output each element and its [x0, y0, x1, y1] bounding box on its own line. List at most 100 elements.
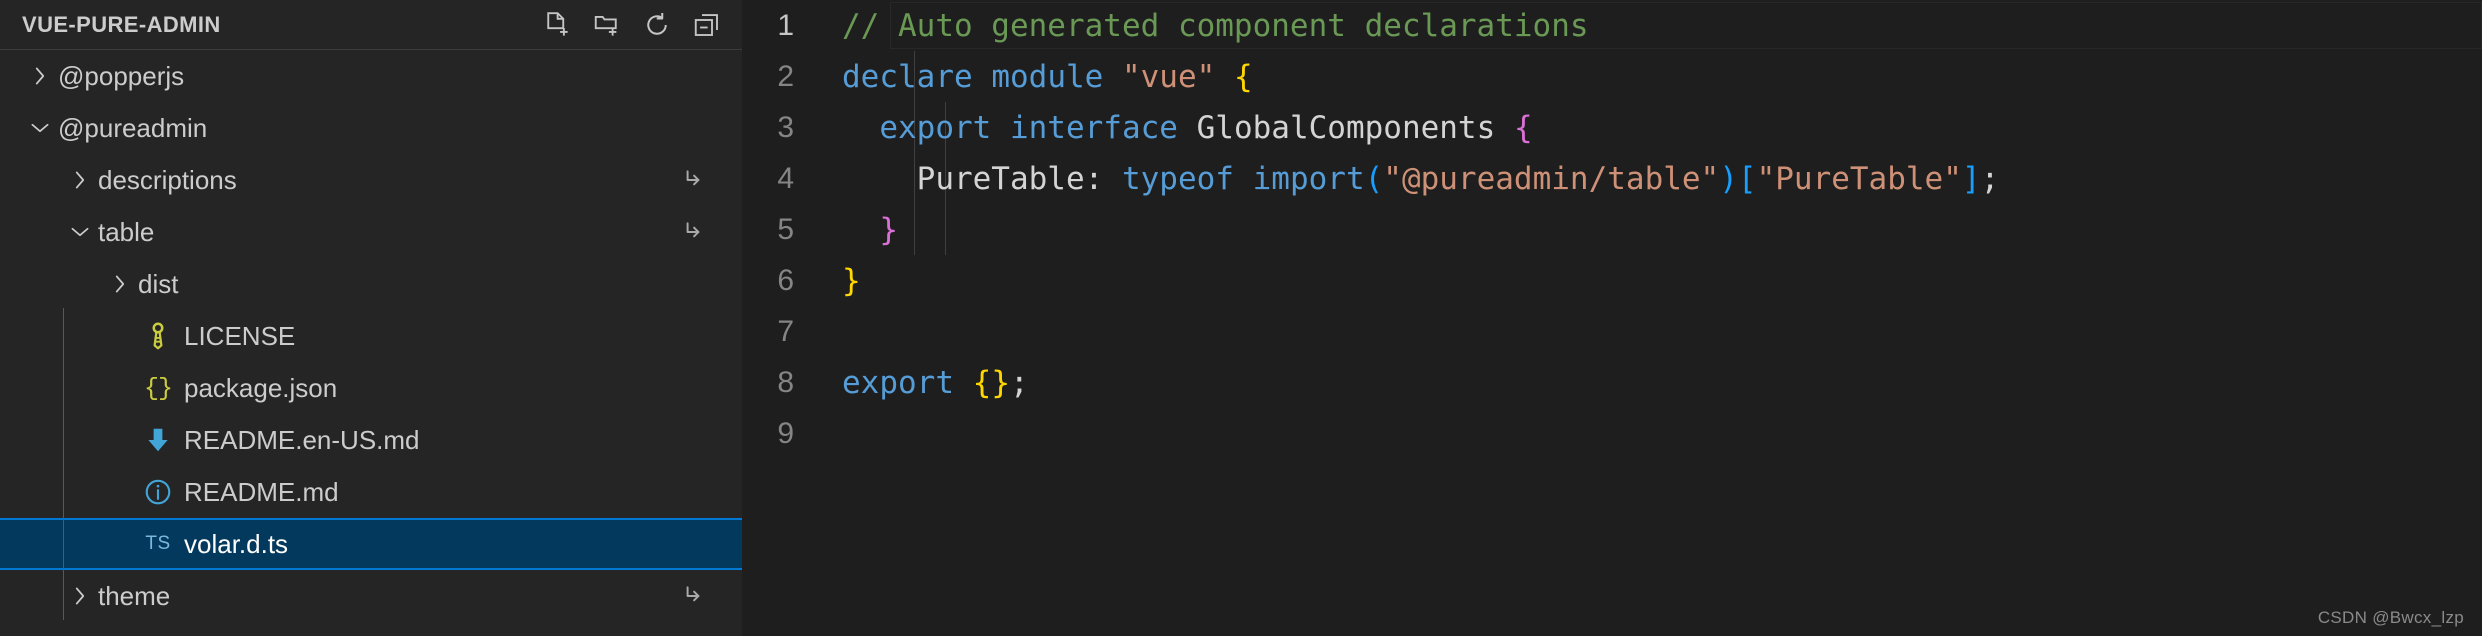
tree-item-label: dist	[138, 269, 179, 299]
tree-folder-dist[interactable]: dist	[0, 258, 742, 310]
code-token: "vue"	[1121, 58, 1216, 95]
line-number: 7	[777, 314, 794, 348]
code-line-text: // Auto generated component declarations	[842, 8, 1589, 44]
file-tree: @popperjs @pureadmin descriptions table dist…	[0, 50, 742, 622]
line-number: 6	[777, 263, 794, 297]
code-token: {	[1233, 58, 1253, 95]
vscode-workbench: VUE-PURE-ADMIN @popperjs @pureadmin desc…	[0, 0, 2482, 636]
chevron-right-icon[interactable]	[22, 63, 58, 89]
explorer-header: VUE-PURE-ADMIN	[0, 0, 742, 50]
chevron-down-icon[interactable]	[62, 219, 98, 245]
code-token: }	[879, 211, 898, 248]
line-number: 3	[777, 110, 794, 144]
markdown-down-arrow-icon	[138, 425, 178, 455]
typescript-icon: TS	[145, 533, 171, 554]
info-circle-icon	[138, 477, 178, 507]
watermark: CSDN @Bwcx_lzp	[2317, 608, 2464, 627]
code-token: {	[972, 364, 992, 401]
tree-file-readmemd[interactable]: README.md	[0, 466, 742, 518]
indent-guide	[63, 308, 64, 620]
code-content[interactable]: 1 // Auto generated component declaration…	[742, 0, 2482, 459]
chevron-right-icon[interactable]	[102, 271, 138, 297]
tree-item-label: @popperjs	[58, 61, 185, 91]
code-line[interactable]: 9	[742, 408, 2482, 459]
code-line[interactable]: 7	[742, 306, 2482, 357]
code-line-text: declare module "vue" {	[842, 59, 1253, 95]
code-line-text: PureTable: typeof import("@pureadmin/tab…	[842, 160, 2000, 197]
code-token: interface	[1009, 109, 1178, 146]
line-number: 9	[777, 416, 794, 450]
code-line[interactable]: 4 PureTable: typeof import("@pureadmin/t…	[742, 153, 2482, 204]
key-icon	[138, 321, 178, 351]
code-token: ;	[1010, 364, 1029, 401]
code-line[interactable]: 5 }	[742, 204, 2482, 255]
code-token: import	[1252, 160, 1365, 197]
code-token: )	[1719, 160, 1738, 197]
line-number: 2	[777, 59, 794, 93]
code-token: }	[991, 364, 1010, 401]
line-number: 1	[777, 8, 794, 42]
tree-folder-table[interactable]: table	[0, 206, 742, 258]
code-line[interactable]: 8 export {};	[742, 357, 2482, 408]
tree-item-label: README.en-US.md	[184, 425, 420, 455]
tree-folder-descriptions[interactable]: descriptions	[0, 154, 742, 206]
tree-file-license[interactable]: LICENSE	[0, 310, 742, 362]
code-line[interactable]: 3 export interface GlobalComponents {	[742, 102, 2482, 153]
tree-item-label: LICENSE	[184, 321, 296, 351]
explorer-toolbar	[540, 8, 730, 42]
code-token: (	[1364, 160, 1384, 197]
chevron-down-icon[interactable]	[22, 115, 58, 141]
code-line-text: export {};	[842, 365, 1029, 401]
code-token: module	[991, 58, 1104, 95]
tree-item-label: descriptions	[98, 165, 237, 195]
code-token: "@pureadmin/table"	[1383, 160, 1720, 197]
tree-folder-popperjs[interactable]: @popperjs	[0, 50, 742, 102]
code-token: typeof	[1121, 160, 1234, 197]
code-token: PureTable	[916, 160, 1085, 197]
json-braces-icon: {}	[143, 373, 173, 403]
code-token: [	[1737, 160, 1757, 197]
code-line[interactable]: 6}	[742, 255, 2482, 306]
new-file-icon[interactable]	[540, 8, 574, 42]
tree-item-label: volar.d.ts	[184, 529, 289, 559]
code-line-text: }	[842, 212, 898, 248]
collapse-all-icon[interactable]	[690, 8, 724, 42]
code-line-text: }	[842, 263, 861, 299]
code-editor[interactable]: 1 // Auto generated component declaration…	[742, 0, 2482, 636]
symlink-arrow-icon	[680, 167, 706, 193]
code-line[interactable]: 2 declare module "vue" {	[742, 51, 2482, 102]
tree-file-packagejson[interactable]: {} package.json	[0, 362, 742, 414]
code-token: GlobalComponents	[1196, 109, 1496, 146]
code-token: "PureTable"	[1756, 160, 1962, 197]
tree-folder-theme[interactable]: theme	[0, 570, 742, 622]
chevron-right-icon[interactable]	[62, 583, 98, 609]
code-token: ]	[1961, 160, 1981, 197]
tree-file-volardts[interactable]: TS volar.d.ts	[0, 518, 742, 570]
tree-item-label: @pureadmin	[58, 113, 208, 143]
refresh-icon[interactable]	[640, 8, 674, 42]
page-title: VUE-PURE-ADMIN	[22, 11, 221, 37]
code-token: :	[1084, 160, 1122, 197]
code-line-text: export interface GlobalComponents {	[842, 109, 1532, 146]
new-folder-icon[interactable]	[590, 8, 624, 42]
code-token: // Auto generated component declarations	[842, 7, 1589, 44]
line-number: 5	[777, 212, 794, 246]
explorer-sidebar: VUE-PURE-ADMIN @popperjs @pureadmin desc…	[0, 0, 742, 636]
tree-file-readmeenusmd[interactable]: README.en-US.md	[0, 414, 742, 466]
code-token: declare	[842, 58, 973, 95]
code-token: }	[842, 262, 861, 299]
tree-folder-pureadmin[interactable]: @pureadmin	[0, 102, 742, 154]
code-token: export	[879, 109, 992, 146]
tree-item-label: table	[98, 217, 155, 247]
code-line[interactable]: 1 // Auto generated component declaration…	[742, 0, 2482, 51]
chevron-right-icon[interactable]	[62, 167, 98, 193]
code-token: export	[842, 364, 954, 401]
